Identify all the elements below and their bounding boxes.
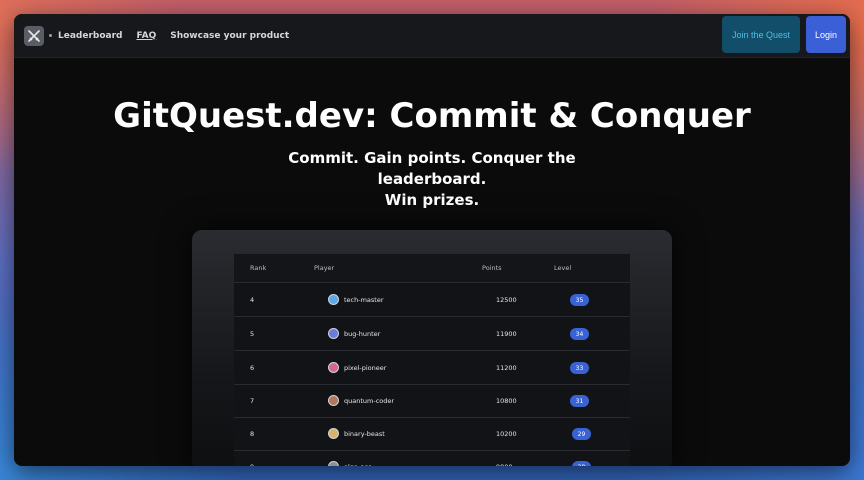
player-name[interactable]: binary-beast bbox=[344, 430, 385, 438]
header-rank: Rank bbox=[250, 264, 267, 272]
rank-cell: 8 bbox=[250, 430, 255, 438]
level-badge: 28 bbox=[572, 461, 591, 466]
table-row[interactable]: 7 quantum-coder 10800 31 bbox=[234, 384, 630, 418]
player-name[interactable]: algo-ace bbox=[344, 463, 372, 466]
points-cell: 9800 bbox=[496, 463, 513, 466]
leaderboard-table: Rank Player Points Level 4 tech-master 1… bbox=[234, 254, 630, 466]
points-cell: 10800 bbox=[496, 397, 517, 405]
header-level: Level bbox=[554, 264, 572, 272]
join-quest-button[interactable]: Join the Quest bbox=[722, 16, 800, 53]
hero-subtitle-line2: Win prizes. bbox=[384, 191, 480, 209]
rank-cell: 6 bbox=[250, 364, 255, 372]
hero-subtitle-line1: Commit. Gain points. Conquer the leaderb… bbox=[288, 149, 576, 188]
player-name[interactable]: pixel-pioneer bbox=[344, 364, 386, 372]
nav-links: Leaderboard FAQ Showcase your product bbox=[58, 31, 303, 41]
header-player: Player bbox=[314, 264, 335, 272]
browser-window: Leaderboard FAQ Showcase your product Jo… bbox=[14, 14, 850, 466]
table-row[interactable]: 5 bug-hunter 11900 34 bbox=[234, 317, 630, 351]
points-cell: 10200 bbox=[496, 430, 517, 438]
level-badge: 34 bbox=[570, 328, 589, 340]
player-name[interactable]: tech-master bbox=[344, 296, 384, 304]
level-badge: 29 bbox=[572, 428, 591, 440]
separator-dot bbox=[49, 34, 52, 37]
level-badge: 31 bbox=[570, 395, 589, 407]
header-points: Points bbox=[482, 264, 502, 272]
level-badge: 33 bbox=[570, 362, 589, 374]
rank-cell: 7 bbox=[250, 397, 255, 405]
nav-link-leaderboard[interactable]: Leaderboard bbox=[58, 31, 122, 41]
player-avatar bbox=[328, 328, 339, 339]
player-name[interactable]: quantum-coder bbox=[344, 397, 394, 405]
table-header: Rank Player Points Level bbox=[234, 254, 630, 283]
rank-cell: 5 bbox=[250, 330, 255, 338]
points-cell: 11900 bbox=[496, 330, 517, 338]
table-row[interactable]: 9 algo-ace 9800 28 bbox=[234, 450, 630, 466]
points-cell: 12500 bbox=[496, 296, 517, 304]
rank-cell: 9 bbox=[250, 463, 254, 466]
hero-subtitle: Commit. Gain points. Conquer the leaderb… bbox=[232, 148, 632, 211]
player-avatar bbox=[328, 294, 339, 305]
table-row[interactable]: 6 pixel-pioneer 11200 33 bbox=[234, 351, 630, 385]
player-avatar bbox=[328, 395, 339, 406]
points-cell: 11200 bbox=[496, 364, 517, 372]
player-avatar bbox=[328, 461, 339, 466]
player-name[interactable]: bug-hunter bbox=[344, 330, 380, 338]
table-row[interactable]: 4 tech-master 12500 35 bbox=[234, 283, 630, 317]
level-badge: 35 bbox=[570, 294, 589, 306]
navbar: Leaderboard FAQ Showcase your product Jo… bbox=[14, 14, 850, 58]
player-avatar bbox=[328, 428, 339, 439]
table-row[interactable]: 8 binary-beast 10200 29 bbox=[234, 417, 630, 451]
player-avatar bbox=[328, 362, 339, 373]
nav-link-showcase[interactable]: Showcase your product bbox=[170, 31, 289, 41]
nav-link-faq[interactable]: FAQ bbox=[136, 31, 156, 41]
crossed-swords-icon[interactable] bbox=[24, 25, 44, 46]
hero-title: GitQuest.dev: Commit & Conquer bbox=[113, 96, 751, 136]
login-button[interactable]: Login bbox=[806, 16, 846, 53]
rank-cell: 4 bbox=[250, 296, 255, 304]
